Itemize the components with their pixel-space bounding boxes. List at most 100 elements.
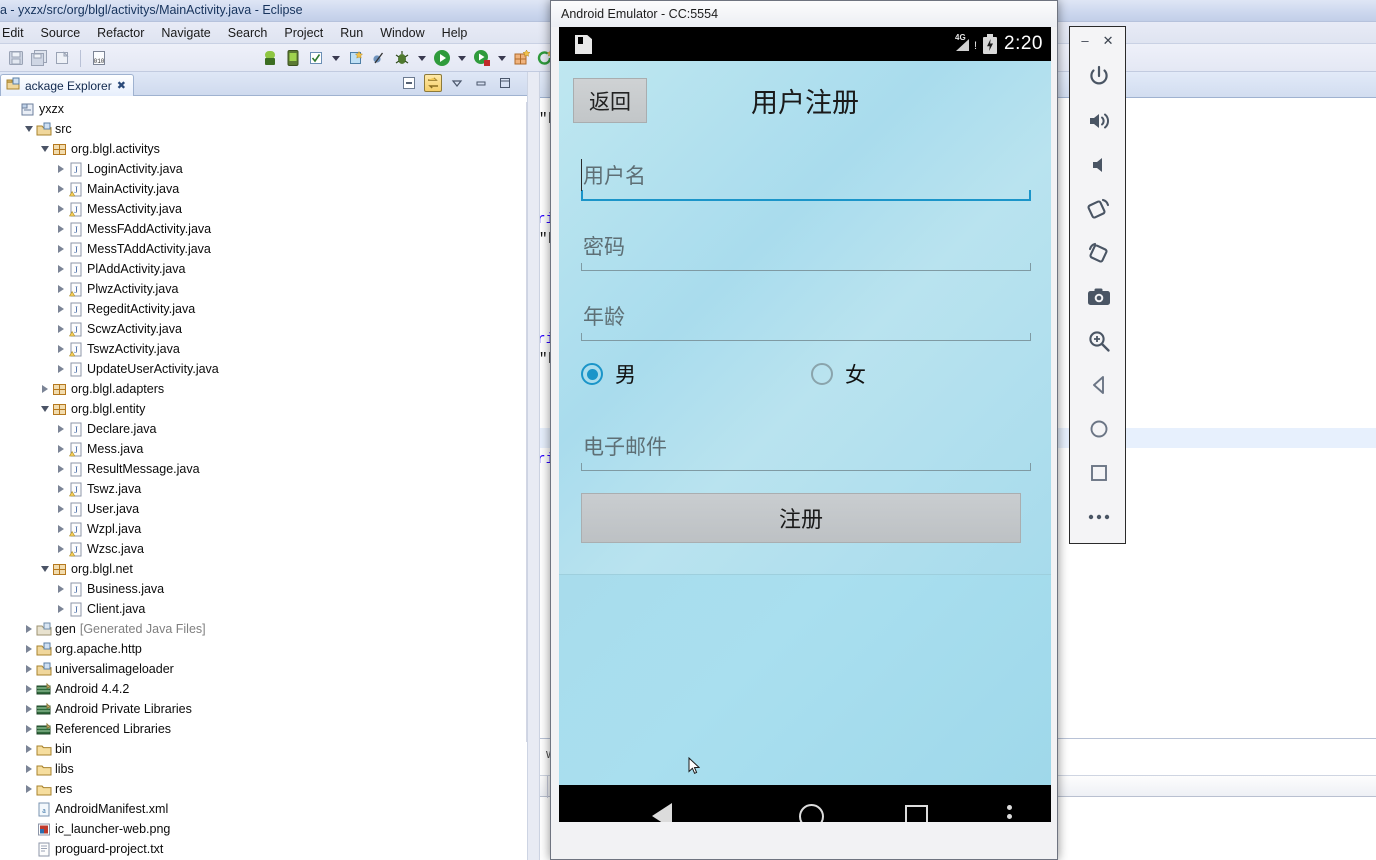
zoom-icon[interactable] <box>1070 319 1127 363</box>
tree-item[interactable]: org.blgl.activitys <box>0 139 526 159</box>
chevron-down-icon[interactable] <box>22 123 35 136</box>
android-avd-manager-icon[interactable] <box>283 48 303 68</box>
tree-item[interactable]: J Client.java <box>0 599 526 619</box>
maximize-icon[interactable] <box>496 74 514 92</box>
tree-item[interactable]: J User.java <box>0 499 526 519</box>
age-field[interactable]: 年龄 <box>581 291 1031 341</box>
run-external-tools-icon[interactable] <box>472 48 492 68</box>
chevron-right-icon[interactable] <box>22 643 35 656</box>
tree-item[interactable]: ic_launcher-web.png <box>0 819 526 839</box>
chevron-right-icon[interactable] <box>54 463 67 476</box>
power-icon[interactable] <box>1070 55 1127 99</box>
tab-package-explorer[interactable]: ackage Explorer ✖ <box>0 74 134 96</box>
nav-overview-button[interactable] <box>859 804 974 822</box>
chevron-down-icon[interactable] <box>38 403 51 416</box>
tree-item[interactable]: J ScwzActivity.java <box>0 319 526 339</box>
password-field[interactable]: 密码 <box>581 221 1031 271</box>
tree-item[interactable]: J PlAddActivity.java <box>0 259 526 279</box>
print-icon[interactable] <box>52 48 72 68</box>
menu-item-source[interactable]: Source <box>33 24 90 42</box>
debug-icon[interactable] <box>392 48 412 68</box>
overview-icon[interactable] <box>1070 451 1127 495</box>
radio-button-male-icon[interactable] <box>581 363 603 385</box>
new-android-project-icon[interactable] <box>346 48 366 68</box>
emulator-toolbar-window-buttons[interactable]: – ✕ <box>1070 27 1125 55</box>
chevron-down-icon[interactable] <box>332 55 340 61</box>
tree-item[interactable]: res <box>0 779 526 799</box>
chevron-right-icon[interactable] <box>54 203 67 216</box>
more-icon[interactable] <box>1070 495 1127 539</box>
tree-item[interactable]: libs <box>0 759 526 779</box>
back-icon[interactable] <box>1070 363 1127 407</box>
minimize-icon[interactable]: – <box>1081 34 1088 47</box>
tree-item[interactable]: J Wzsc.java <box>0 539 526 559</box>
android-emulator-window[interactable]: Android Emulator - CC:5554 4G ! 2:20 用户注… <box>550 0 1058 860</box>
chevron-right-icon[interactable] <box>54 543 67 556</box>
chevron-right-icon[interactable] <box>22 623 35 636</box>
tree-item[interactable]: J Declare.java <box>0 419 526 439</box>
chevron-right-icon[interactable] <box>54 443 67 456</box>
chevron-right-icon[interactable] <box>54 503 67 516</box>
chevron-right-icon[interactable] <box>54 323 67 336</box>
menu-item-project[interactable]: Project <box>276 24 332 42</box>
chevron-down-icon[interactable] <box>418 55 426 61</box>
menu-item-window[interactable]: Window <box>372 24 433 42</box>
tree-item[interactable]: J Mess.java <box>0 439 526 459</box>
tree-item[interactable]: yxzx <box>0 99 526 119</box>
email-field[interactable]: 电子邮件 <box>581 421 1031 471</box>
tree-item[interactable]: Android 4.4.2 <box>0 679 526 699</box>
rotate-left-icon[interactable] <box>1070 187 1127 231</box>
tree-item[interactable]: J PlwzActivity.java <box>0 279 526 299</box>
tree-item[interactable]: Android Private Libraries <box>0 699 526 719</box>
gender-option-female[interactable]: 女 <box>811 359 866 389</box>
chevron-right-icon[interactable] <box>54 223 67 236</box>
chevron-right-icon[interactable] <box>22 683 35 696</box>
skip-breakpoints-icon[interactable] <box>369 48 389 68</box>
chevron-right-icon[interactable] <box>54 343 67 356</box>
minimize-icon[interactable] <box>472 74 490 92</box>
radio-button-female-icon[interactable] <box>811 363 833 385</box>
package-explorer-tree[interactable]: yxzx src org.blgl.activitys J LoginActivity.… <box>0 96 526 860</box>
menu-item-refactor[interactable]: Refactor <box>89 24 153 42</box>
nav-home-button[interactable] <box>764 803 859 822</box>
menu-item-edit[interactable]: Edit <box>0 24 33 42</box>
package-explorer-view-buttons[interactable] <box>400 74 514 92</box>
close-icon[interactable]: ✕ <box>1103 34 1114 47</box>
menu-item-run[interactable]: Run <box>332 24 372 42</box>
tree-item[interactable]: proguard-project.txt <box>0 839 526 859</box>
pane-divider[interactable] <box>527 72 540 860</box>
tree-item[interactable]: J MessFAddActivity.java <box>0 219 526 239</box>
chevron-right-icon[interactable] <box>54 483 67 496</box>
tree-item[interactable]: J MainActivity.java <box>0 179 526 199</box>
chevron-right-icon[interactable] <box>22 723 35 736</box>
tree-item[interactable]: src <box>0 119 526 139</box>
nav-back-button[interactable] <box>559 803 764 822</box>
tree-item[interactable]: J LoginActivity.java <box>0 159 526 179</box>
tree-item[interactable]: a AndroidManifest.xml <box>0 799 526 819</box>
volume-up-icon[interactable] <box>1070 99 1127 143</box>
save-all-icon[interactable] <box>29 48 49 68</box>
chevron-right-icon[interactable] <box>54 283 67 296</box>
chevron-right-icon[interactable] <box>38 383 51 396</box>
back-button[interactable]: 返回 <box>573 78 647 123</box>
checkbox-icon[interactable] <box>306 48 326 68</box>
tree-item[interactable]: org.blgl.net <box>0 559 526 579</box>
home-icon[interactable] <box>1070 407 1127 451</box>
chevron-right-icon[interactable] <box>22 703 35 716</box>
tree-item[interactable]: Referenced Libraries <box>0 719 526 739</box>
tree-item[interactable]: universalimageloader <box>0 659 526 679</box>
chevron-right-icon[interactable] <box>54 163 67 176</box>
chevron-right-icon[interactable] <box>54 363 67 376</box>
android-sdk-manager-icon[interactable] <box>260 48 280 68</box>
emulator-side-toolbar[interactable]: – ✕ <box>1069 26 1126 544</box>
close-icon[interactable]: ✖ <box>117 79 126 92</box>
nav-menu-button[interactable] <box>974 804 1044 823</box>
rotate-right-icon[interactable] <box>1070 231 1127 275</box>
gender-radio-group[interactable]: 男 女 <box>581 351 1031 397</box>
chevron-right-icon[interactable] <box>22 743 35 756</box>
tree-item[interactable]: org.blgl.entity <box>0 399 526 419</box>
menu-item-navigate[interactable]: Navigate <box>153 24 219 42</box>
tree-item[interactable]: J TswzActivity.java <box>0 339 526 359</box>
run-icon[interactable] <box>432 48 452 68</box>
chevron-right-icon[interactable] <box>22 783 35 796</box>
